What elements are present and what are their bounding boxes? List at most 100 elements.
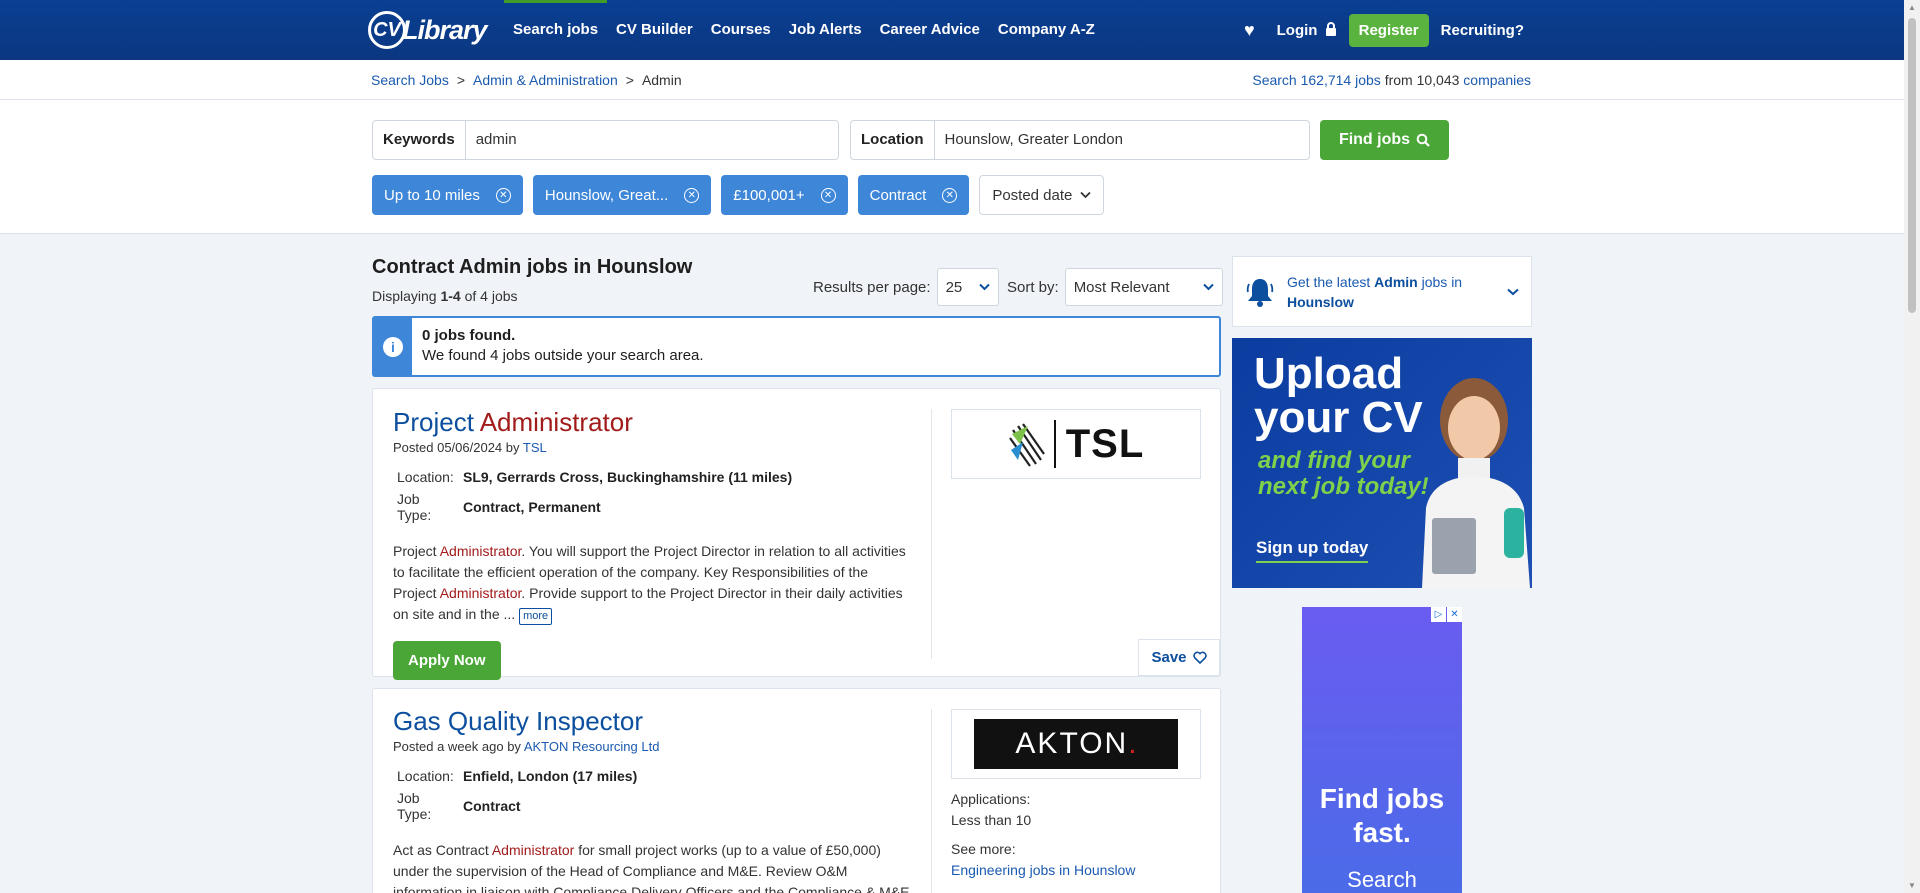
ad-choices[interactable]: ▷ ✕: [1431, 607, 1462, 622]
akton-logo-text: AKTON: [1015, 727, 1129, 760]
no-results-notice: i 0 jobs found. We found 4 jobs outside …: [372, 316, 1221, 377]
applications-label: Applications:: [951, 791, 1031, 807]
per-page-select[interactable]: 25: [936, 268, 999, 306]
nav-cv-builder[interactable]: CV Builder: [607, 0, 702, 60]
scrollbar-thumb[interactable]: [1908, 18, 1916, 313]
scroll-down-arrow-icon[interactable]: ▼: [1908, 881, 1916, 890]
find-jobs-ad[interactable]: ▷ ✕ Find jobs fast. Search: [1302, 607, 1462, 893]
scroll-up-arrow-icon[interactable]: ▲: [1908, 3, 1916, 12]
filter-chip-location[interactable]: Hounslow, Great... ✕: [532, 175, 712, 215]
see-more-label: See more:: [951, 841, 1016, 857]
upload-cv-ad[interactable]: Upload your CV and find your next job toda…: [1232, 338, 1532, 588]
register-button[interactable]: Register: [1348, 13, 1429, 47]
chevron-down-icon: [1202, 283, 1214, 291]
tsl-logo-text: TSL: [1065, 421, 1145, 466]
cv-library-logo[interactable]: CV Library: [368, 9, 488, 51]
login-link[interactable]: Login: [1277, 22, 1337, 39]
heart-icon: [1192, 651, 1207, 664]
breadcrumb-separator: >: [625, 72, 634, 88]
site-stats: Search 162,714 jobs from 10,043 companie…: [1252, 72, 1531, 88]
info-icon: i: [383, 336, 403, 357]
ad-headline: Upload your CV: [1254, 349, 1423, 442]
keywords-input[interactable]: admin: [466, 121, 527, 159]
search-panel: Keywords admin Location Hounslow, Greate…: [0, 100, 1904, 234]
saved-jobs-heart-icon[interactable]: ♥: [1244, 20, 1255, 41]
chevron-down-icon: [1080, 191, 1092, 199]
more-button[interactable]: more: [519, 608, 553, 625]
page-scrollbar[interactable]: ▲ ▼: [1904, 0, 1920, 893]
sort-select[interactable]: Most Relevant: [1064, 268, 1223, 306]
breadcrumb-search-jobs[interactable]: Search Jobs: [371, 72, 449, 88]
job-description: Act as Contract Administrator for small …: [393, 842, 910, 893]
job-title-link[interactable]: Project Administrator: [393, 407, 913, 438]
close-icon[interactable]: ✕: [942, 187, 958, 203]
filter-chip-salary[interactable]: £100,001+ ✕: [721, 175, 848, 215]
stats-from: from: [1384, 72, 1413, 88]
apply-now-button[interactable]: Apply Now: [393, 641, 501, 680]
close-icon[interactable]: ✕: [820, 187, 836, 203]
location-field[interactable]: Location Hounslow, Greater London: [850, 120, 1310, 160]
save-job-button[interactable]: Save: [1138, 639, 1220, 676]
ad2-cta: Search: [1347, 867, 1417, 892]
woman-photo: [1422, 378, 1530, 588]
info-icon-wrap: i: [374, 318, 412, 375]
job-description: Project Administrator. You will support …: [393, 541, 913, 625]
company-logo[interactable]: AKTON.: [951, 709, 1201, 779]
nav-courses[interactable]: Courses: [702, 0, 780, 60]
job-title-link[interactable]: Gas Quality Inspector: [393, 706, 913, 737]
account-nav: ♥ Login Register Recruiting?: [1244, 0, 1524, 60]
location-input[interactable]: Hounslow, Greater London: [935, 121, 1133, 159]
ad2-headline: Find jobs fast.: [1319, 783, 1445, 848]
logo-text: Library: [402, 14, 488, 45]
nav-job-alerts[interactable]: Job Alerts: [780, 0, 871, 60]
chevron-down-icon: [978, 283, 990, 291]
job-alert-box[interactable]: Get the latest Admin jobs in Hounslow: [1232, 256, 1532, 327]
company-link[interactable]: AKTON Resourcing Ltd: [524, 739, 660, 754]
notice-text: We found 4 jobs outside your search area…: [422, 347, 704, 364]
results-count: Displaying 1-4 of 4 jobs: [372, 288, 518, 304]
job-location: SL9, Gerrards Cross, Buckinghamshire (11…: [463, 469, 793, 485]
results-per-page: Results per page: 25: [813, 268, 999, 306]
job-posted: Posted 05/06/2024 by TSL: [393, 440, 547, 455]
see-more-link[interactable]: Engineering jobs in Hounslow: [951, 860, 1135, 881]
recruiting-link[interactable]: Recruiting?: [1441, 22, 1524, 39]
active-filters: Up to 10 miles ✕ Hounslow, Great... ✕ £100…: [372, 175, 1105, 215]
breadcrumb-bar: Search Jobs > Admin & Administration > A…: [0, 60, 1904, 100]
breadcrumb: Search Jobs > Admin & Administration > A…: [371, 72, 682, 88]
stats-companies-link[interactable]: companies: [1463, 72, 1531, 88]
posted-date-dropdown[interactable]: Posted date: [979, 175, 1105, 215]
breadcrumb-current: Admin: [641, 72, 682, 88]
company-logo[interactable]: TSL: [951, 409, 1201, 479]
filter-chip-job-type[interactable]: Contract ✕: [857, 175, 970, 215]
breadcrumb-admin-administration[interactable]: Admin & Administration: [473, 72, 618, 88]
stats-search-link[interactable]: Search: [1252, 72, 1296, 88]
stats-jobs-link[interactable]: 162,714 jobs: [1301, 72, 1381, 88]
nav-search-jobs[interactable]: Search jobs: [504, 0, 608, 60]
close-icon[interactable]: ✕: [495, 187, 511, 203]
breadcrumb-separator: >: [456, 72, 466, 88]
find-jobs-label: Find jobs: [1338, 131, 1411, 148]
filter-chip-distance[interactable]: Up to 10 miles ✕: [372, 175, 523, 215]
job-posted: Posted a week ago by AKTON Resourcing Lt…: [393, 739, 660, 754]
per-page-label: Results per page:: [813, 278, 931, 296]
tsl-logo-mark: [1008, 423, 1045, 467]
job-alert-text: Get the latest Admin jobs in Hounslow: [1287, 273, 1463, 310]
nav-career-advice[interactable]: Career Advice: [871, 0, 989, 60]
divider: [931, 409, 932, 659]
job-card: Gas Quality Inspector Posted a week ago …: [372, 688, 1221, 893]
company-link[interactable]: TSL: [523, 440, 547, 455]
close-icon[interactable]: ✕: [684, 187, 700, 203]
find-jobs-button[interactable]: Find jobs: [1320, 120, 1449, 160]
logo-divider: [1053, 420, 1056, 468]
ad-subheadline: and find your next job today!: [1258, 447, 1429, 500]
main-nav: Search jobs CV Builder Courses Job Alert…: [504, 0, 1104, 60]
keywords-field[interactable]: Keywords admin: [372, 120, 839, 160]
sort-by: Sort by: Most Relevant: [1007, 268, 1223, 306]
job-location: Enfield, London (17 miles): [463, 768, 638, 784]
lock-icon: [1325, 21, 1336, 36]
nav-company-a-z[interactable]: Company A-Z: [989, 0, 1104, 60]
applications-value: Less than 10: [951, 812, 1032, 828]
ad-sign-up-link[interactable]: Sign up today: [1256, 538, 1369, 563]
search-icon: [1416, 133, 1430, 147]
stats-companies-count: 10,043: [1416, 72, 1460, 88]
